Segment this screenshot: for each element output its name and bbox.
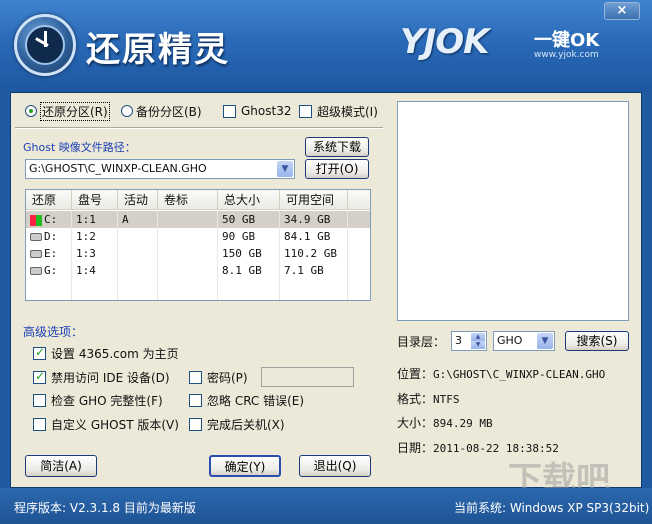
checkbox-icon: [189, 393, 202, 407]
check-gho-checkbox[interactable]: 检查 GHO 完整性(F): [33, 391, 163, 409]
location-row: 位置：G:\GHOST\C_WINXP-CLEAN.GHO: [397, 367, 606, 381]
chevron-down-icon[interactable]: ▼: [277, 161, 293, 177]
checkbox-checked-icon: [33, 369, 46, 384]
extension-select[interactable]: GHO ▼: [493, 331, 555, 351]
drive-icon: [30, 250, 42, 258]
checkbox-icon: [299, 104, 312, 118]
password-input[interactable]: [261, 367, 354, 387]
password-checkbox[interactable]: 密码(P): [189, 368, 248, 386]
checkbox-icon: [223, 104, 236, 118]
windows-drive-icon: [30, 214, 42, 226]
preview-panel: [397, 101, 629, 321]
shutdown-checkbox[interactable]: 完成后关机(X): [189, 415, 285, 433]
image-path-value: G:\GHOST\C_WINXP-CLEAN.GHO: [29, 162, 207, 175]
col-total[interactable]: 总大小: [218, 190, 280, 210]
restore-radio[interactable]: 还原分区(R): [25, 101, 110, 121]
open-button[interactable]: 打开(O): [305, 159, 369, 179]
main-panel: 还原分区(R) 备份分区(B) Ghost32 超级模式(I) Ghost 映像…: [10, 92, 642, 488]
super-mode-checkbox[interactable]: 超级模式(I): [299, 103, 378, 119]
chevron-down-icon[interactable]: ▼: [537, 333, 553, 349]
col-restore[interactable]: 还原: [26, 190, 72, 210]
disable-ide-checkbox[interactable]: 禁用访问 IDE 设备(D): [33, 368, 170, 386]
close-button[interactable]: ×: [604, 2, 640, 20]
ignore-crc-checkbox[interactable]: 忽略 CRC 错误(E): [189, 391, 304, 409]
table-row[interactable]: E: 1:3 150 GB 110.2 GB: [26, 245, 370, 262]
col-free[interactable]: 可用空间: [280, 190, 348, 210]
ok-button[interactable]: 确定(Y): [209, 455, 281, 477]
table-row[interactable]: C: 1:1 A 50 GB 34.9 GB: [26, 211, 370, 228]
ghost32-checkbox[interactable]: Ghost32: [223, 103, 291, 119]
spin-up-icon[interactable]: ▲: [471, 333, 485, 341]
download-button[interactable]: 系统下载: [305, 137, 369, 157]
exit-button[interactable]: 退出(Q): [299, 455, 371, 477]
path-label: Ghost 映像文件路径：: [23, 141, 136, 154]
partition-table[interactable]: 还原 盘号 活动 卷标 总大小 可用空间 C: 1:1 A 50 GB 34.9…: [25, 189, 371, 301]
brand-url: www.yjok.com: [534, 50, 599, 60]
divider: [15, 127, 383, 129]
image-path-combo[interactable]: G:\GHOST\C_WINXP-CLEAN.GHO ▼: [25, 159, 295, 179]
custom-ghost-checkbox[interactable]: 自定义 GHOST 版本(V): [33, 415, 179, 433]
table-row[interactable]: D: 1:2 90 GB 84.1 GB: [26, 228, 370, 245]
search-button[interactable]: 搜索(S): [565, 331, 629, 351]
app-window: 还原精灵 YJOK 一键OK www.yjok.com × 还原分区(R) 备份…: [0, 0, 652, 524]
table-empty-row: [26, 279, 370, 300]
col-active[interactable]: 活动: [118, 190, 158, 210]
backup-radio[interactable]: 备份分区(B): [121, 103, 202, 119]
system-status: 当前系统: Windows XP SP3(32bit): [454, 501, 650, 515]
title-banner: 还原精灵 YJOK 一键OK www.yjok.com ×: [0, 0, 652, 92]
app-title: 还原精灵: [86, 30, 230, 70]
radio-selected-icon: [25, 105, 37, 117]
col-disk[interactable]: 盘号: [72, 190, 118, 210]
table-header: 还原 盘号 活动 卷标 总大小 可用空间: [26, 190, 370, 210]
simple-button[interactable]: 简洁(A): [25, 455, 97, 477]
spin-down-icon[interactable]: ▼: [471, 341, 485, 349]
advanced-options-title: 高级选项：: [23, 325, 84, 339]
table-row[interactable]: G: 1:4 8.1 GB 7.1 GB: [26, 262, 370, 279]
homepage-checkbox[interactable]: 设置 4365.com 为主页: [33, 344, 179, 362]
checkbox-checked-icon: [33, 345, 46, 360]
brand-tagline: 一键OK: [534, 30, 600, 51]
drive-icon: [30, 267, 42, 275]
dir-level-stepper[interactable]: 3 ▲ ▼: [451, 331, 487, 351]
format-row: 格式：NTFS: [397, 392, 460, 406]
version-status: 程序版本: V2.3.1.8 目前为最新版: [14, 501, 196, 515]
clock-logo-icon: [14, 14, 76, 76]
checkbox-icon: [189, 370, 202, 384]
checkbox-icon: [189, 417, 202, 431]
brand-logo: YJOK: [400, 22, 490, 62]
left-group: 还原分区(R) 备份分区(B) Ghost32 超级模式(I) Ghost 映像…: [13, 93, 385, 483]
dir-level-label: 目录层：: [397, 335, 446, 349]
drive-icon: [30, 233, 42, 241]
status-bar: 程序版本: V2.3.1.8 目前为最新版 当前系统: Windows XP S…: [0, 488, 652, 524]
radio-icon: [121, 105, 133, 117]
size-row: 大小：894.29 MB: [397, 416, 493, 430]
checkbox-icon: [33, 417, 46, 431]
checkbox-icon: [33, 393, 46, 407]
col-label[interactable]: 卷标: [158, 190, 218, 210]
